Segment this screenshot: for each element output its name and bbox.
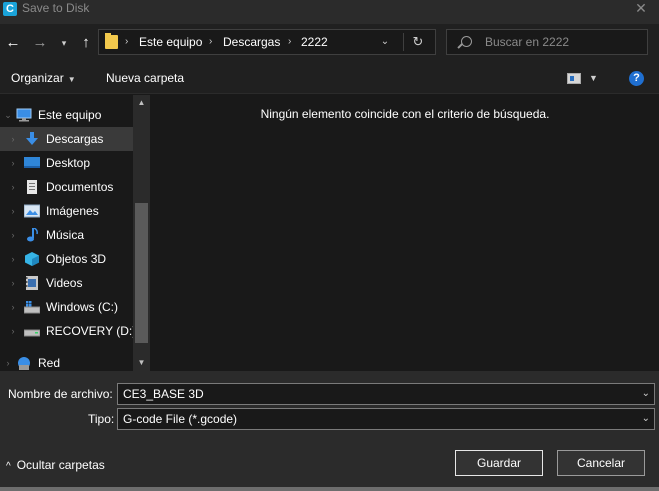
sidebar-item-label: Música xyxy=(46,228,85,242)
cancel-button[interactable]: Cancelar xyxy=(557,450,645,476)
expand-chevron-icon[interactable]: › xyxy=(8,247,18,271)
sidebar-item-este-equipo[interactable]: ⌄ Este equipo xyxy=(0,103,133,127)
help-icon[interactable]: ? xyxy=(629,71,644,86)
breadcrumb-descargas[interactable]: Descargas xyxy=(223,30,280,54)
breadcrumb-2222[interactable]: 2222 xyxy=(301,30,328,54)
sidebar-item-label: Objetos 3D xyxy=(46,252,107,266)
sidebar-item-label: Documentos xyxy=(46,180,114,194)
sidebar-item-label: Windows (C:) xyxy=(46,300,119,314)
chevron-down-icon[interactable]: ⌄ xyxy=(642,384,650,404)
sidebar-item-label: Este equipo xyxy=(38,108,102,122)
empty-results-message: Ningún elemento coincide con el criterio… xyxy=(260,107,550,121)
expand-chevron-icon[interactable]: › xyxy=(8,151,18,175)
sidebar-item-label: Videos xyxy=(46,276,83,290)
sidebar-item-label: Imágenes xyxy=(46,204,99,218)
new-folder-button[interactable]: Nueva carpeta xyxy=(106,62,184,94)
chevron-down-icon[interactable]: ⌄ xyxy=(642,409,650,429)
expand-chevron-icon[interactable]: › xyxy=(8,223,18,247)
3d-objects-icon xyxy=(25,252,39,266)
sidebar-item-recovery-d[interactable]: › RECOVERY (D:) xyxy=(0,319,137,343)
sidebar-item-label: RECOVERY (D:) xyxy=(46,324,137,338)
music-icon xyxy=(27,228,38,242)
sidebar-item-label: Red xyxy=(38,356,61,370)
filename-field[interactable]: CE3_BASE 3D ⌄ xyxy=(117,383,655,405)
organize-menu[interactable]: Organizar ▼ xyxy=(11,62,76,96)
drive-icon xyxy=(24,329,40,337)
forward-button[interactable]: → xyxy=(30,33,50,53)
breadcrumb-separator-icon[interactable]: › xyxy=(209,30,212,54)
expand-chevron-icon[interactable]: › xyxy=(8,319,18,343)
up-button[interactable]: ↑ xyxy=(76,33,96,53)
desktop-icon xyxy=(24,157,40,168)
sidebar-item-windows-c[interactable]: › Windows (C:) xyxy=(0,295,133,319)
title-bar: C Save to Disk ✕ xyxy=(0,0,659,24)
collapse-chevron-icon[interactable]: ⌄ xyxy=(3,103,13,127)
address-bar[interactable]: › Este equipo › Descargas › 2222 ⌄ ↻ xyxy=(98,29,436,55)
file-type-value: G-code File (*.gcode) xyxy=(123,412,238,426)
view-dropdown-icon[interactable]: ▼ xyxy=(589,62,598,94)
search-box[interactable] xyxy=(446,29,648,55)
downloads-icon xyxy=(26,132,38,145)
system-drive-icon xyxy=(24,301,40,314)
hide-folders-label: Ocultar carpetas xyxy=(16,458,105,472)
command-toolbar: Organizar ▼ Nueva carpeta ▼ ? xyxy=(0,62,659,94)
sidebar-item-descargas[interactable]: › Descargas xyxy=(0,127,133,151)
type-label: Tipo: xyxy=(88,412,115,426)
scroll-up-icon[interactable]: ▲ xyxy=(133,95,150,111)
breadcrumb-separator-icon[interactable]: › xyxy=(288,30,291,54)
recent-locations-button[interactable]: ▾ xyxy=(55,33,73,53)
close-button[interactable]: ✕ xyxy=(627,0,655,18)
file-type-select[interactable]: G-code File (*.gcode) ⌄ xyxy=(117,408,655,430)
file-list[interactable]: Ningún elemento coincide con el criterio… xyxy=(151,95,659,371)
sidebar-item-label: Desktop xyxy=(46,156,91,170)
chevron-down-icon: ▼ xyxy=(67,75,76,84)
filename-value[interactable]: CE3_BASE 3D xyxy=(123,384,204,404)
search-input[interactable] xyxy=(485,30,645,54)
sidebar-item-label: Descargas xyxy=(46,132,104,146)
refresh-icon[interactable]: ↻ xyxy=(409,30,427,54)
search-icon xyxy=(461,36,472,47)
folder-icon xyxy=(105,33,118,49)
videos-icon xyxy=(26,276,38,290)
expand-chevron-icon[interactable]: › xyxy=(8,271,18,295)
sidebar-item-videos[interactable]: › Videos xyxy=(0,271,133,295)
documents-icon xyxy=(27,180,37,194)
navigation-bar: ← → ▾ ↑ › Este equipo › Descargas › 2222… xyxy=(0,24,659,62)
pictures-icon xyxy=(24,204,40,218)
computer-icon xyxy=(16,108,32,122)
expand-chevron-icon[interactable]: › xyxy=(8,199,18,223)
network-icon xyxy=(18,357,30,370)
back-button[interactable]: ← xyxy=(3,33,23,53)
expand-chevron-icon[interactable]: › xyxy=(8,295,18,319)
sidebar-item-red[interactable]: › Red xyxy=(0,351,133,371)
filename-label: Nombre de archivo: xyxy=(8,387,113,401)
organize-label: Organizar xyxy=(11,71,64,85)
chevron-up-icon: ^ xyxy=(6,461,11,472)
breadcrumb-este-equipo[interactable]: Este equipo xyxy=(139,30,202,54)
expand-chevron-icon[interactable]: › xyxy=(8,127,18,151)
address-divider xyxy=(403,33,404,51)
view-options-icon[interactable] xyxy=(567,73,581,84)
sidebar-item-musica[interactable]: › Música xyxy=(0,223,133,247)
window-title: Save to Disk xyxy=(22,1,90,15)
sidebar-item-objetos-3d[interactable]: › Objetos 3D xyxy=(0,247,133,271)
sidebar-item-imagenes[interactable]: › Imágenes xyxy=(0,199,133,223)
address-dropdown-icon[interactable]: ⌄ xyxy=(377,30,393,54)
sidebar-item-documentos[interactable]: › Documentos xyxy=(0,175,133,199)
scroll-down-icon[interactable]: ▼ xyxy=(133,355,150,371)
app-logo-icon: C xyxy=(3,2,17,16)
window-bottom-edge xyxy=(0,487,659,491)
hide-folders-toggle[interactable]: ^ Ocultar carpetas xyxy=(6,455,105,477)
save-button[interactable]: Guardar xyxy=(454,449,544,477)
save-form: Nombre de archivo: CE3_BASE 3D ⌄ Tipo: G… xyxy=(0,371,659,491)
breadcrumb-separator-icon[interactable]: › xyxy=(125,30,128,54)
navigation-pane: ⌄ Este equipo › Descargas › Desktop › Do… xyxy=(0,95,150,371)
expand-chevron-icon[interactable]: › xyxy=(8,175,18,199)
sidebar-item-desktop[interactable]: › Desktop xyxy=(0,151,133,175)
scrollbar-thumb[interactable] xyxy=(135,203,148,343)
expand-chevron-icon[interactable]: › xyxy=(3,351,13,371)
